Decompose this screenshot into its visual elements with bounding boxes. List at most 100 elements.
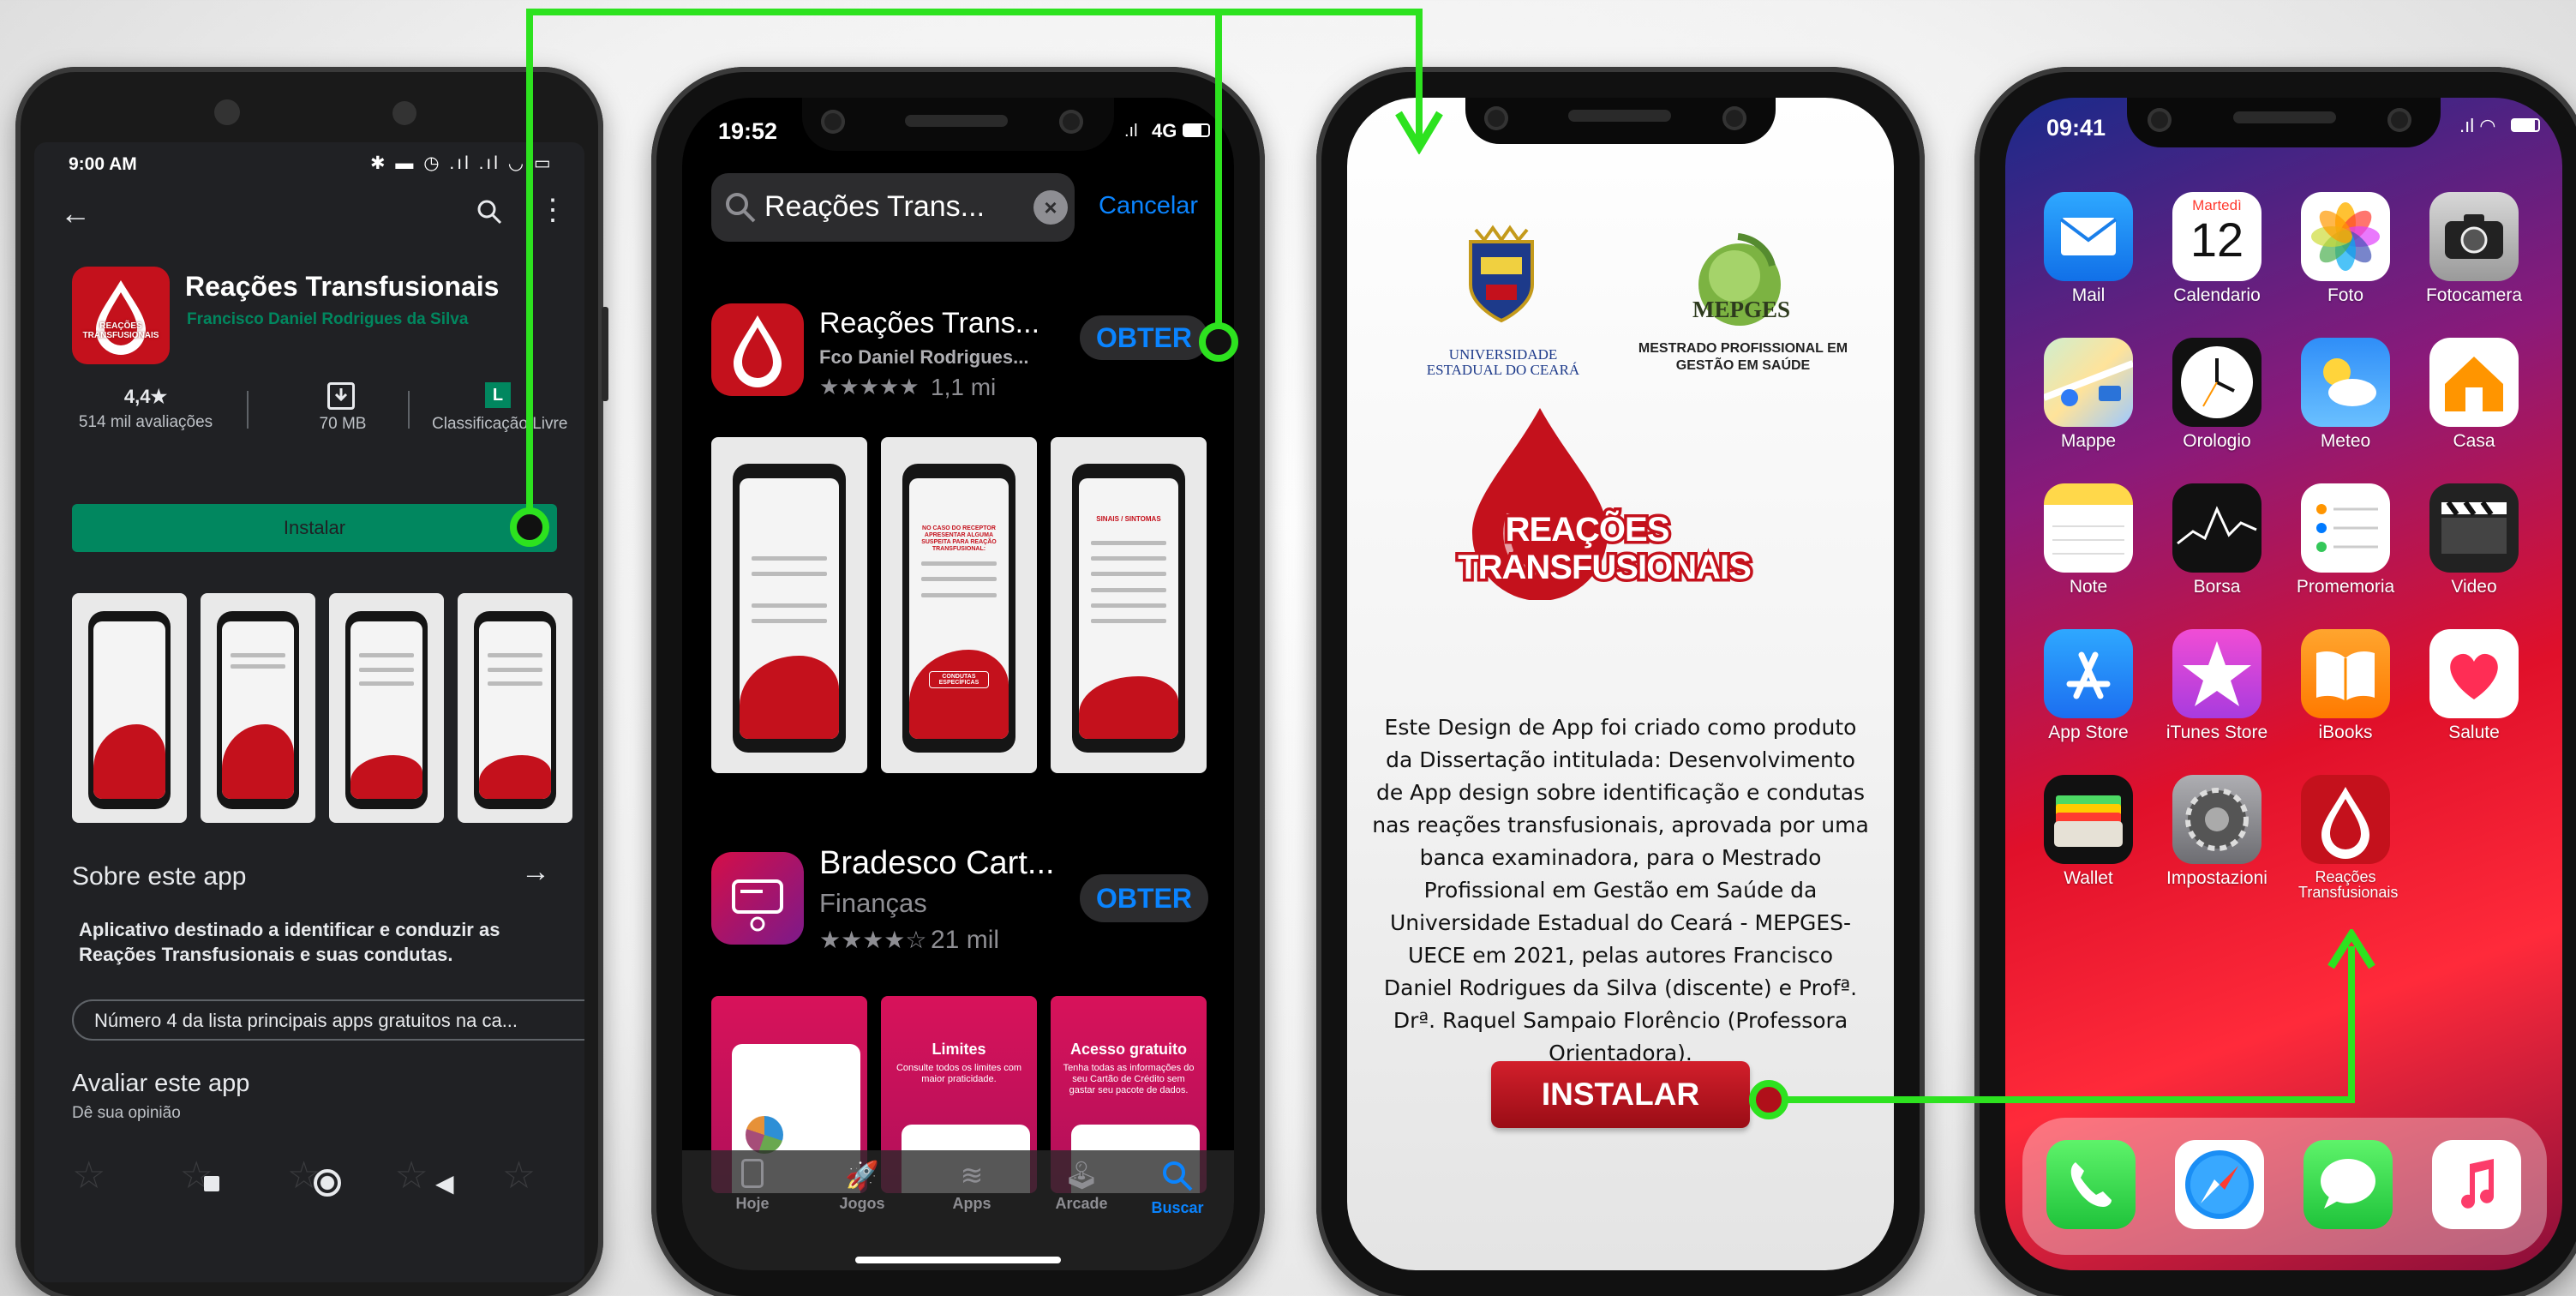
app-title: Reações Transfusionais (185, 271, 500, 302)
search-icon (726, 193, 756, 223)
settings-icon (2172, 775, 2261, 864)
screenshot-thumb[interactable] (458, 593, 572, 823)
tab-arcade[interactable]: 🕹 Arcade (1028, 1159, 1135, 1213)
search-icon[interactable] (476, 199, 502, 225)
screenshot-thumb[interactable] (201, 593, 315, 823)
clear-icon[interactable]: × (1033, 190, 1068, 225)
messages-icon[interactable] (2303, 1140, 2393, 1229)
result-count: 1,1 mi (931, 374, 997, 400)
battery-icon (1183, 123, 1210, 137)
screenshot-thumb[interactable] (329, 593, 444, 823)
tab-today[interactable]: Hoje (699, 1159, 806, 1213)
card-icon (732, 879, 783, 932)
safari-icon[interactable] (2175, 1140, 2264, 1229)
back-arrow-icon[interactable]: ← (60, 195, 91, 231)
about-title[interactable]: Sobre este app (72, 862, 246, 891)
app-wallet[interactable]: Wallet (2024, 775, 2153, 888)
tab-games[interactable]: 🚀 Jogos (809, 1159, 915, 1213)
weather-icon (2301, 338, 2390, 427)
result-stars: ★★★★★ (819, 374, 920, 399)
app-label: Mappe (2060, 431, 2117, 451)
app-notes[interactable]: Note (2024, 483, 2153, 597)
app-icon-text: REAÇÕES TRANSFUSIONAIS (82, 321, 159, 340)
app-clock[interactable]: Orologio (2153, 338, 2281, 451)
rate-subtitle: Dê sua opinião (72, 1104, 181, 1122)
app-reacoes-app[interactable]: Reações Transfusionais (2281, 775, 2410, 900)
divider (247, 391, 249, 429)
maps-icon (2044, 338, 2133, 427)
tap-point-icon (510, 507, 549, 547)
app-stocks[interactable]: Borsa (2153, 483, 2281, 597)
screenshot-thumb[interactable]: SINAIS / SINTOMAS (1051, 437, 1207, 773)
appstore-icon (2044, 629, 2133, 718)
nav-home-icon[interactable] (314, 1169, 341, 1197)
app-photos[interactable]: Foto (2281, 192, 2410, 305)
reacoes-app-icon (2301, 775, 2390, 864)
screen-heading: Limites (932, 1041, 986, 1058)
download-icon (327, 382, 355, 410)
classification-label: Classificação Livre (432, 415, 568, 433)
splash-screen: UNIVERSIDADE ESTADUAL DO CEARÁ MEPGES ME… (1347, 98, 1894, 1270)
ibooks-icon (2301, 629, 2390, 718)
arrow-right-icon[interactable]: → (521, 855, 550, 889)
tap-point-icon (1749, 1080, 1788, 1119)
app-camera[interactable]: Fotocamera (2410, 192, 2538, 305)
rank-chip[interactable]: Número 4 da lista principais apps gratui… (72, 999, 584, 1041)
app-weather[interactable]: Meteo (2281, 338, 2410, 451)
notch (2127, 98, 2441, 147)
search-input[interactable]: Reações Trans... (764, 190, 985, 224)
calendar-day: Martedì (2192, 197, 2242, 213)
app-calendar[interactable]: Martedì 12 Calendario (2153, 192, 2281, 305)
bradesco-app-icon[interactable] (711, 852, 804, 945)
app-itunes[interactable]: iTunes Store (2153, 629, 2281, 742)
tab-apps[interactable]: ≋ Apps (919, 1159, 1025, 1213)
app-settings[interactable]: Impostazioni (2153, 775, 2281, 888)
app-ibooks[interactable]: iBooks (2281, 629, 2410, 742)
app-mail[interactable]: Mail (2024, 192, 2153, 305)
app-label: Video (2451, 577, 2497, 597)
flow-line (526, 9, 533, 516)
app-reminders[interactable]: Promemoria (2281, 483, 2410, 597)
screen-caption: CONDUTAS ESPECÍFICAS (929, 670, 989, 688)
app-label: App Store (2048, 723, 2129, 742)
result-title[interactable]: Bradesco Cart... (819, 845, 1055, 882)
app-icon: REAÇÕES TRANSFUSIONAIS (72, 267, 170, 364)
app-size: 70 MB (319, 415, 367, 433)
developer-link[interactable]: Francisco Daniel Rodrigues da Silva (187, 310, 468, 329)
calendar-icon: Martedì 12 (2172, 192, 2261, 281)
app-videos[interactable]: Video (2410, 483, 2538, 597)
screenshot-thumb[interactable] (711, 437, 867, 773)
get-button[interactable]: OBTER (1080, 874, 1208, 922)
screenshot-thumb[interactable]: NO CASO DO RECEPTOR APRESENTAR ALGUMA SU… (881, 437, 1037, 773)
nav-recents-icon[interactable] (204, 1176, 219, 1191)
app-appstore[interactable]: App Store (2024, 629, 2153, 742)
get-button[interactable]: OBTER (1080, 315, 1208, 360)
tab-label: Apps (952, 1195, 991, 1212)
install-button[interactable]: INSTALAR (1491, 1061, 1750, 1128)
app-maps[interactable]: Mappe (2024, 338, 2153, 451)
blood-drop-icon (96, 280, 146, 355)
nav-back-icon[interactable]: ◀ (435, 1169, 454, 1197)
more-vert-icon[interactable]: ⋮ (538, 195, 567, 225)
search-field[interactable]: Reações Trans... × (711, 173, 1075, 242)
app-icon[interactable] (711, 303, 804, 396)
wallet-icon (2044, 775, 2133, 864)
tab-search[interactable]: Buscar (1124, 1159, 1231, 1217)
tab-label: Jogos (839, 1195, 885, 1212)
flow-line (526, 9, 1423, 15)
tab-label: Hoje (735, 1195, 770, 1212)
status-icons: .ıl ◠ (2459, 115, 2496, 136)
music-icon[interactable] (2432, 1140, 2521, 1229)
screen-heading: Acesso gratuito (1069, 1041, 1188, 1058)
result-title[interactable]: Reações Trans... (819, 307, 1039, 340)
phone-icon[interactable] (2046, 1140, 2136, 1229)
app-home[interactable]: Casa (2410, 338, 2538, 451)
itunes-icon (2172, 629, 2261, 718)
screenshot-thumb[interactable] (72, 593, 187, 823)
cancel-button[interactable]: Cancelar (1099, 192, 1198, 220)
uece-crest-icon (1464, 225, 1539, 327)
app-label: Meteo (2320, 431, 2371, 451)
app-health[interactable]: Salute (2410, 629, 2538, 742)
front-camera (214, 99, 240, 125)
install-button[interactable]: Instalar (72, 504, 557, 552)
